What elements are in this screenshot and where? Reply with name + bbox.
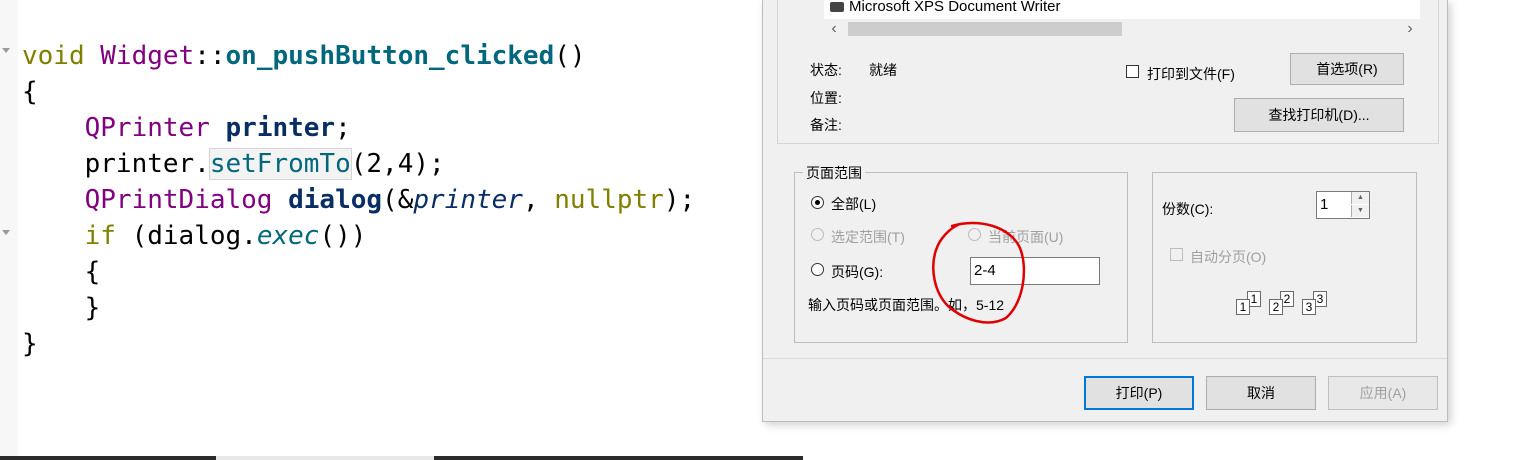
editor-gutter — [0, 0, 18, 460]
apply-button[interactable]: 应用(A) — [1328, 376, 1438, 410]
scroll-right-icon[interactable]: › — [1400, 19, 1420, 39]
page-range-pages-label: 页码(G): — [831, 264, 884, 280]
code-token: { — [22, 257, 101, 287]
code-token: ; — [335, 113, 351, 143]
page-glyph: 3 — [1302, 299, 1316, 315]
code-token: } — [22, 293, 101, 323]
code-token: setFromTo — [208, 148, 352, 180]
fold-marker-icon[interactable] — [2, 48, 10, 53]
button-area-separator — [763, 358, 1447, 359]
printer-name: Microsoft XPS Document Writer — [849, 0, 1061, 15]
copies-spinbox[interactable]: 1 ▲ ▼ — [1316, 191, 1370, 219]
code-line[interactable]: { — [22, 74, 695, 110]
code-line[interactable]: } — [22, 326, 695, 362]
code-token: QPrintDialog — [84, 185, 273, 215]
copies-value: 1 — [1320, 196, 1329, 213]
page-range-selection-label: 选定范围(T) — [831, 229, 905, 245]
code-token: :: — [194, 41, 226, 71]
code-token: ()) — [319, 221, 367, 251]
scroll-left-icon[interactable]: ‹ — [824, 19, 844, 39]
code-editor[interactable]: void Widget::on_pushButton_clicked(){ QP… — [0, 0, 803, 460]
code-line[interactable]: if (dialog.exec()) — [22, 218, 695, 254]
page-glyph: 1 — [1236, 299, 1250, 315]
page-range-all-radio[interactable] — [811, 196, 824, 209]
cancel-button[interactable]: 取消 — [1206, 376, 1316, 410]
print-to-file-checkbox[interactable] — [1126, 65, 1139, 78]
collate-label: 自动分页(O) — [1190, 249, 1267, 265]
comment-label: 备注: — [810, 117, 842, 133]
code-token: , — [522, 185, 555, 215]
page-glyph: 2 — [1269, 299, 1283, 315]
code-line[interactable]: QPrintDialog dialog(&printer, nullptr); — [22, 182, 696, 218]
editor-tab-strip — [216, 456, 434, 460]
code-line[interactable]: { — [22, 254, 695, 290]
code-token: (dialog. — [115, 221, 257, 251]
code-token: printer — [413, 185, 523, 215]
code-token: () — [554, 41, 586, 71]
scrollbar-thumb[interactable] — [848, 22, 1122, 36]
fold-marker-icon[interactable] — [2, 230, 10, 235]
printer-icon — [830, 2, 844, 13]
code-token: dialog — [288, 185, 383, 215]
find-printer-button[interactable]: 查找打印机(D)... — [1234, 98, 1404, 132]
annotation-stroke — [932, 221, 1026, 324]
code-token: Widget — [100, 41, 195, 71]
code-token: ); — [663, 185, 696, 215]
printer-list-scrollbar[interactable]: ‹ › — [824, 19, 1420, 39]
page-range-pages-radio[interactable] — [811, 263, 824, 276]
collate-checkbox[interactable] — [1170, 248, 1183, 261]
code-token: exec — [256, 221, 320, 251]
code-text[interactable]: void Widget::on_pushButton_clicked(){ QP… — [22, 38, 695, 362]
status-label: 状态: — [810, 62, 842, 78]
code-token: void — [22, 41, 101, 71]
code-line[interactable]: QPrinter printer; — [22, 110, 695, 146]
print-to-file-label: 打印到文件(F) — [1147, 66, 1235, 82]
printer-list-item[interactable]: Microsoft XPS Document Writer — [830, 0, 1060, 15]
spin-up-icon[interactable]: ▲ — [1351, 192, 1369, 204]
page-range-title: 页面范围 — [803, 163, 865, 183]
print-dialog: Microsoft XPS Document Writer ‹ › 状态: 就绪… — [762, 0, 1448, 422]
code-line[interactable]: } — [22, 290, 695, 326]
code-token: on_pushButton_clicked — [225, 41, 555, 71]
code-line[interactable]: void Widget::on_pushButton_clicked() — [22, 38, 695, 74]
status-value: 就绪 — [869, 62, 897, 78]
code-token: QPrinter — [84, 113, 210, 143]
print-button[interactable]: 打印(P) — [1084, 376, 1194, 410]
spin-down-icon[interactable]: ▼ — [1351, 205, 1369, 217]
code-token: nullptr — [554, 185, 664, 215]
code-token: printer — [225, 113, 336, 143]
page-range-all-label: 全部(L) — [831, 196, 877, 212]
location-label: 位置: — [810, 90, 842, 106]
preferences-button[interactable]: 首选项(R) — [1290, 53, 1404, 85]
code-token: (& — [382, 185, 414, 215]
code-token: { — [22, 77, 38, 107]
code-token: printer. — [22, 149, 210, 179]
code-token: (2,4); — [350, 149, 445, 179]
collate-pages-icon: 1 1 2 2 3 3 — [1236, 291, 1336, 321]
red-circle-annotation — [932, 221, 1026, 324]
printer-selection-group: Microsoft XPS Document Writer ‹ › 状态: 就绪… — [777, 0, 1439, 144]
code-line[interactable]: printer.setFromTo(2,4); — [22, 146, 695, 182]
copies-label: 份数(C): — [1162, 201, 1214, 217]
code-token: } — [22, 329, 38, 359]
copies-group: 份数(C): 1 ▲ ▼ 自动分页(O) 1 1 2 2 3 3 — [1152, 172, 1417, 343]
printer-list[interactable]: Microsoft XPS Document Writer — [824, 0, 1420, 19]
code-token: if — [84, 221, 116, 251]
page-range-selection-radio[interactable] — [811, 228, 824, 241]
